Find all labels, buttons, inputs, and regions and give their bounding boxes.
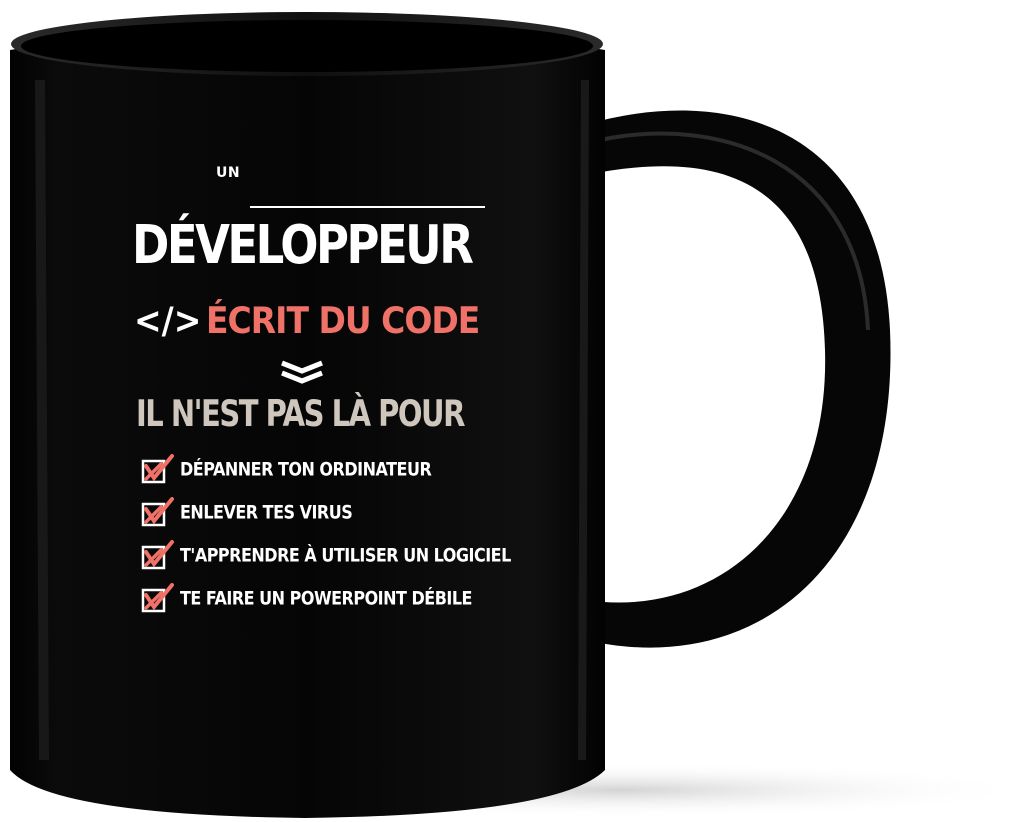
checked-box-icon	[141, 540, 174, 570]
checklist-item-label: ENLEVER TES VIRUS	[180, 501, 353, 523]
checklist-item-label: TE FAIRE UN POWERPOINT DÉBILE	[180, 587, 472, 609]
print-statement: IL N'EST PAS LÀ POUR	[136, 392, 465, 435]
checklist-item: T'APPRENDRE À UTILISER UN LOGICIEL	[140, 532, 511, 575]
intro-text: UN	[216, 165, 241, 181]
mug-print: UN DÉVELOPPEUR </> ÉCRIT DU CODE IL N'ES…	[130, 160, 511, 630]
checklist-item: ENLEVER TES VIRUS	[140, 489, 500, 532]
intro-rule	[250, 206, 485, 208]
checklist-item: TE FAIRE UN POWERPOINT DÉBILE	[140, 575, 500, 618]
checklist: DÉPANNER TON ORDINATEUR ENLEVER TES VIRU…	[140, 446, 511, 618]
mug-handle	[585, 110, 891, 648]
checked-box-icon	[141, 454, 174, 484]
checked-box-icon	[141, 497, 174, 527]
code-tag-icon: </>	[134, 298, 202, 342]
checklist-item: DÉPANNER TON ORDINATEUR	[140, 446, 500, 489]
checklist-item-label: DÉPANNER TON ORDINATEUR	[180, 458, 432, 480]
product-photo: UN DÉVELOPPEUR </> ÉCRIT DU CODE IL N'ES…	[0, 0, 1032, 822]
checked-box-icon	[141, 583, 174, 613]
checklist-item-label: T'APPRENDRE À UTILISER UN LOGICIEL	[180, 544, 511, 566]
print-title: DÉVELOPPEUR	[132, 213, 474, 276]
chevron-double-down-icon	[281, 360, 323, 384]
print-subtitle: ÉCRIT DU CODE	[206, 298, 480, 342]
mug-opening	[21, 20, 593, 72]
